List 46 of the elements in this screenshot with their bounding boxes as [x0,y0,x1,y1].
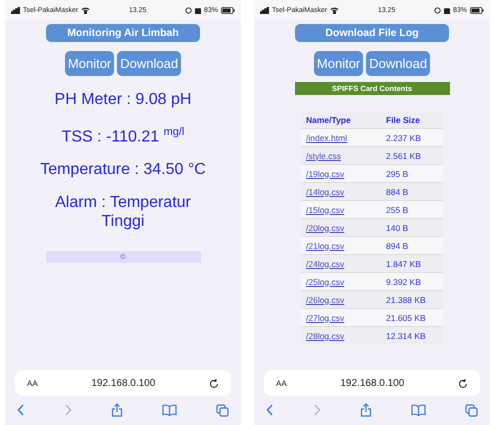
file-size: 295 B [381,164,443,182]
share-icon[interactable] [111,403,123,417]
page-title: Monitoring Air Limbah [46,24,200,42]
sensor-reading: Alarm : Temperatur Tinggi [54,193,192,232]
signal-icon [260,6,269,14]
text-size-button[interactable]: AA [276,378,287,388]
reload-icon[interactable] [209,378,219,388]
column-header: File Size [381,112,443,128]
file-size: 21.388 KB [381,290,443,308]
battery-icon [470,6,484,14]
share-icon[interactable] [360,403,372,417]
page-title: Download File Log [295,24,449,42]
nav-button[interactable]: Download [117,51,182,76]
tabs-icon[interactable] [465,404,478,416]
file-size: 9.392 KB [381,272,443,290]
file-size: 12.314 KB [381,326,443,344]
url-text: 192.168.0.100 [91,378,156,388]
nav-button[interactable]: Download [366,51,430,76]
file-size: 140 B [381,218,443,236]
book-icon[interactable] [411,404,426,416]
wifi-icon [81,6,90,14]
nav-button[interactable]: Monitor [314,51,364,76]
file-size: 21.605 KB [381,308,443,326]
signal-icon [11,6,20,14]
address-bar[interactable]: AA 192.168.0.100 [15,370,231,396]
back-icon[interactable] [266,404,274,416]
battery-icon [220,6,235,14]
file-size: 884 B [381,182,443,200]
file-size: 2.237 KB [381,128,443,146]
column-header: Name/Type [301,112,381,128]
url-text: 192.168.0.100 [340,378,404,388]
address-bar[interactable]: AA 192.168.0.100 [264,370,480,396]
tabs-icon[interactable] [216,404,229,416]
sensor-reading: Temperature : 34.50 °C [39,160,207,180]
file-size: 894 B [381,236,443,254]
back-icon[interactable] [17,404,25,416]
wifi-icon [330,6,340,14]
sensor-reading: PH Meter : 9.08 pH [54,90,192,109]
nav-button[interactable]: Monitor [64,51,114,76]
sensor-reading: TSS : -110.21 $^{mg/l}$ [60,125,186,146]
reload-icon[interactable] [458,378,468,388]
book-icon[interactable] [162,404,177,416]
text-size-button[interactable]: AA [27,378,38,388]
file-size: 2.561 KB [381,146,443,164]
file-size: 255 B [381,200,443,218]
file-size: 1.847 KB [381,254,443,272]
